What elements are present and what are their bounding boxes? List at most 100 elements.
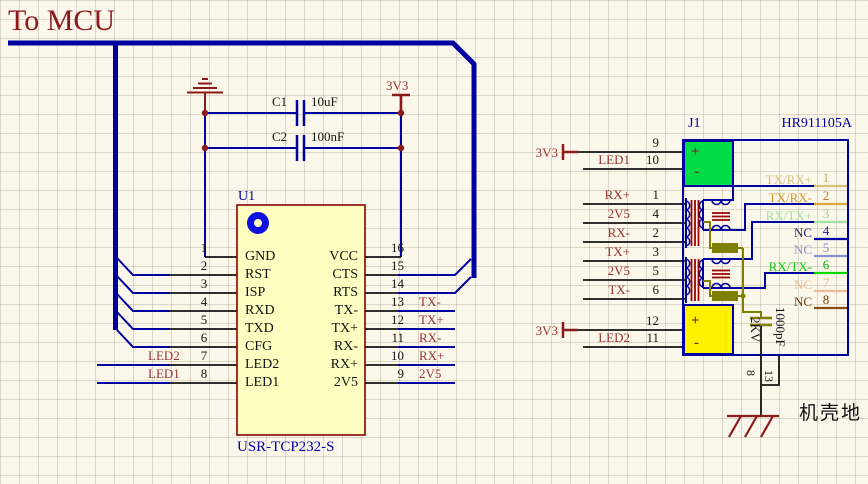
net-label-led2: LED2: [148, 349, 180, 362]
schematic-canvas: [0, 0, 868, 484]
net-label-2v5: 2V5: [592, 207, 630, 220]
u1-pin-number: 9: [376, 367, 404, 380]
u1-pin-name: RTS: [280, 286, 358, 300]
net-label-tx-plus: TX+: [592, 245, 630, 258]
u1-pin-name: GND: [245, 250, 275, 264]
j1-pin-number: 5: [633, 264, 659, 277]
chassis-ground-label: 机壳地: [799, 404, 862, 423]
j1-pin-number: 9: [633, 136, 659, 149]
u1-pin-name: TX-: [280, 304, 358, 318]
rj45-pin-number: 4: [818, 224, 834, 237]
rj45-pin-label-nc: NC: [748, 226, 812, 239]
u1-pin-name: RST: [245, 268, 271, 282]
j1-pin-number: 12: [633, 314, 659, 327]
hv-cap-value: 1000pF: [774, 307, 787, 347]
resistor-1: [713, 244, 737, 252]
u1-chip-body: [237, 205, 365, 435]
hv-cap-rating: 2KV: [749, 317, 762, 342]
net-label-2v5: 2V5: [592, 264, 630, 277]
u1-pin-number: 15: [376, 259, 404, 272]
rj45-pin-number: 1: [818, 171, 834, 184]
net-label-rx-plus: RX+: [419, 349, 444, 362]
shield-pin-number: 8: [745, 370, 757, 376]
net-label-led1: LED1: [592, 153, 630, 166]
c1-value: 10uF: [311, 95, 338, 108]
net-label-led1: LED1: [148, 367, 180, 380]
u1-pin-name: CFG: [245, 340, 272, 354]
rj45-pin-label: RX/TX+: [748, 209, 812, 222]
power-3v3-j1-bottom-icon: [563, 322, 578, 338]
bus-entries-left: [117, 258, 170, 347]
rj45-pin-label-nc: NC: [748, 278, 812, 291]
u1-pin-name: 2V5: [280, 376, 358, 390]
u1-pin-name: ISP: [245, 286, 265, 300]
u1-pin-name: RXD: [245, 304, 275, 318]
u1-pin-number: 2: [196, 259, 212, 272]
net-label-rx-minus: RX-: [419, 331, 441, 344]
u1-pin-number: 8: [196, 367, 212, 380]
green-led-minus: -: [694, 165, 699, 180]
net-label-tx-minus: TX-: [592, 283, 630, 296]
u1-pin-name: VCC: [280, 250, 358, 264]
earth-ground-icon: [187, 79, 223, 113]
u1-pin-number: 5: [196, 313, 212, 326]
u1-pin-number: 12: [376, 313, 404, 326]
u1-pin-name: LED2: [245, 358, 279, 372]
u1-pin-number: 11: [376, 331, 404, 344]
j1-pin-number: 11: [633, 331, 659, 344]
power-label-3v3: 3V3: [386, 79, 408, 92]
net-label-rx-minus: RX-: [592, 226, 630, 239]
sheet-title: To MCU: [8, 6, 115, 36]
rj45-pin-number: 6: [818, 258, 834, 271]
power-label-3v3: 3V3: [532, 146, 558, 159]
j1-pin-number: 10: [633, 153, 659, 166]
net-label-2v5: 2V5: [419, 367, 441, 380]
chassis-ground-icon: [727, 416, 779, 437]
j1-pin-number: 1: [633, 188, 659, 201]
u1-pin-number: 3: [196, 277, 212, 290]
c2-value: 100nF: [311, 130, 344, 143]
rj45-pin-number: 8: [818, 293, 834, 306]
u1-pin-number: 10: [376, 349, 404, 362]
u1-pin-name: CTS: [280, 268, 358, 282]
rj45-pin-number: 7: [818, 276, 834, 289]
shield-pin-number: 13: [763, 370, 775, 382]
u1-pin-number: 1: [196, 241, 212, 254]
u1-pin-name: RX+: [280, 358, 358, 372]
u1-ref: U1: [238, 190, 255, 204]
u1-pin-name: TX+: [280, 322, 358, 336]
yellow-led-minus: -: [694, 336, 699, 351]
u1-pin-number: 16: [376, 241, 404, 254]
yellow-led-plus: +: [691, 314, 700, 329]
resistor-2: [713, 292, 737, 300]
rj45-pin-number: 3: [818, 207, 834, 220]
schematic-sheet: To MCU C1 10uF C2 100nF 3V3 U1 USR-TCP23…: [0, 0, 868, 484]
rj45-pin-label: TX/RX-: [748, 191, 812, 204]
rj45-pin-label: RX/TX-: [748, 260, 812, 273]
j1-ref: J1: [688, 117, 700, 131]
green-led-plus: +: [691, 145, 700, 160]
j1-pin-number: 4: [633, 207, 659, 220]
c2-ref: C2: [272, 130, 287, 143]
u1-pin-number: 7: [196, 349, 212, 362]
net-label-rx-plus: RX+: [592, 188, 630, 201]
rj45-pin-label: TX/RX+: [748, 173, 812, 186]
u1-pin-name: RX-: [280, 340, 358, 354]
net-label-led2: LED2: [592, 331, 630, 344]
u1-pin-number: 14: [376, 277, 404, 290]
rj45-pin-number: 2: [818, 189, 834, 202]
j1-part-number: HR911105A: [752, 117, 852, 131]
power-3v3-j1-top-icon: [563, 144, 578, 160]
net-label-tx-minus: TX-: [419, 295, 441, 308]
u1-pin-number: 4: [196, 295, 212, 308]
u1-pin-number: 6: [196, 331, 212, 344]
u1-pin-number: 13: [376, 295, 404, 308]
rj45-pin-label-nc: NC: [748, 243, 812, 256]
rj45-pin-number: 5: [818, 241, 834, 254]
c1-ref: C1: [272, 95, 287, 108]
u1-part-number: USR-TCP232-S: [237, 440, 335, 455]
j1-pin-number: 3: [633, 245, 659, 258]
net-label-tx-plus: TX+: [419, 313, 444, 326]
u1-pin-name: LED1: [245, 376, 279, 390]
j1-pin-number: 2: [633, 226, 659, 239]
